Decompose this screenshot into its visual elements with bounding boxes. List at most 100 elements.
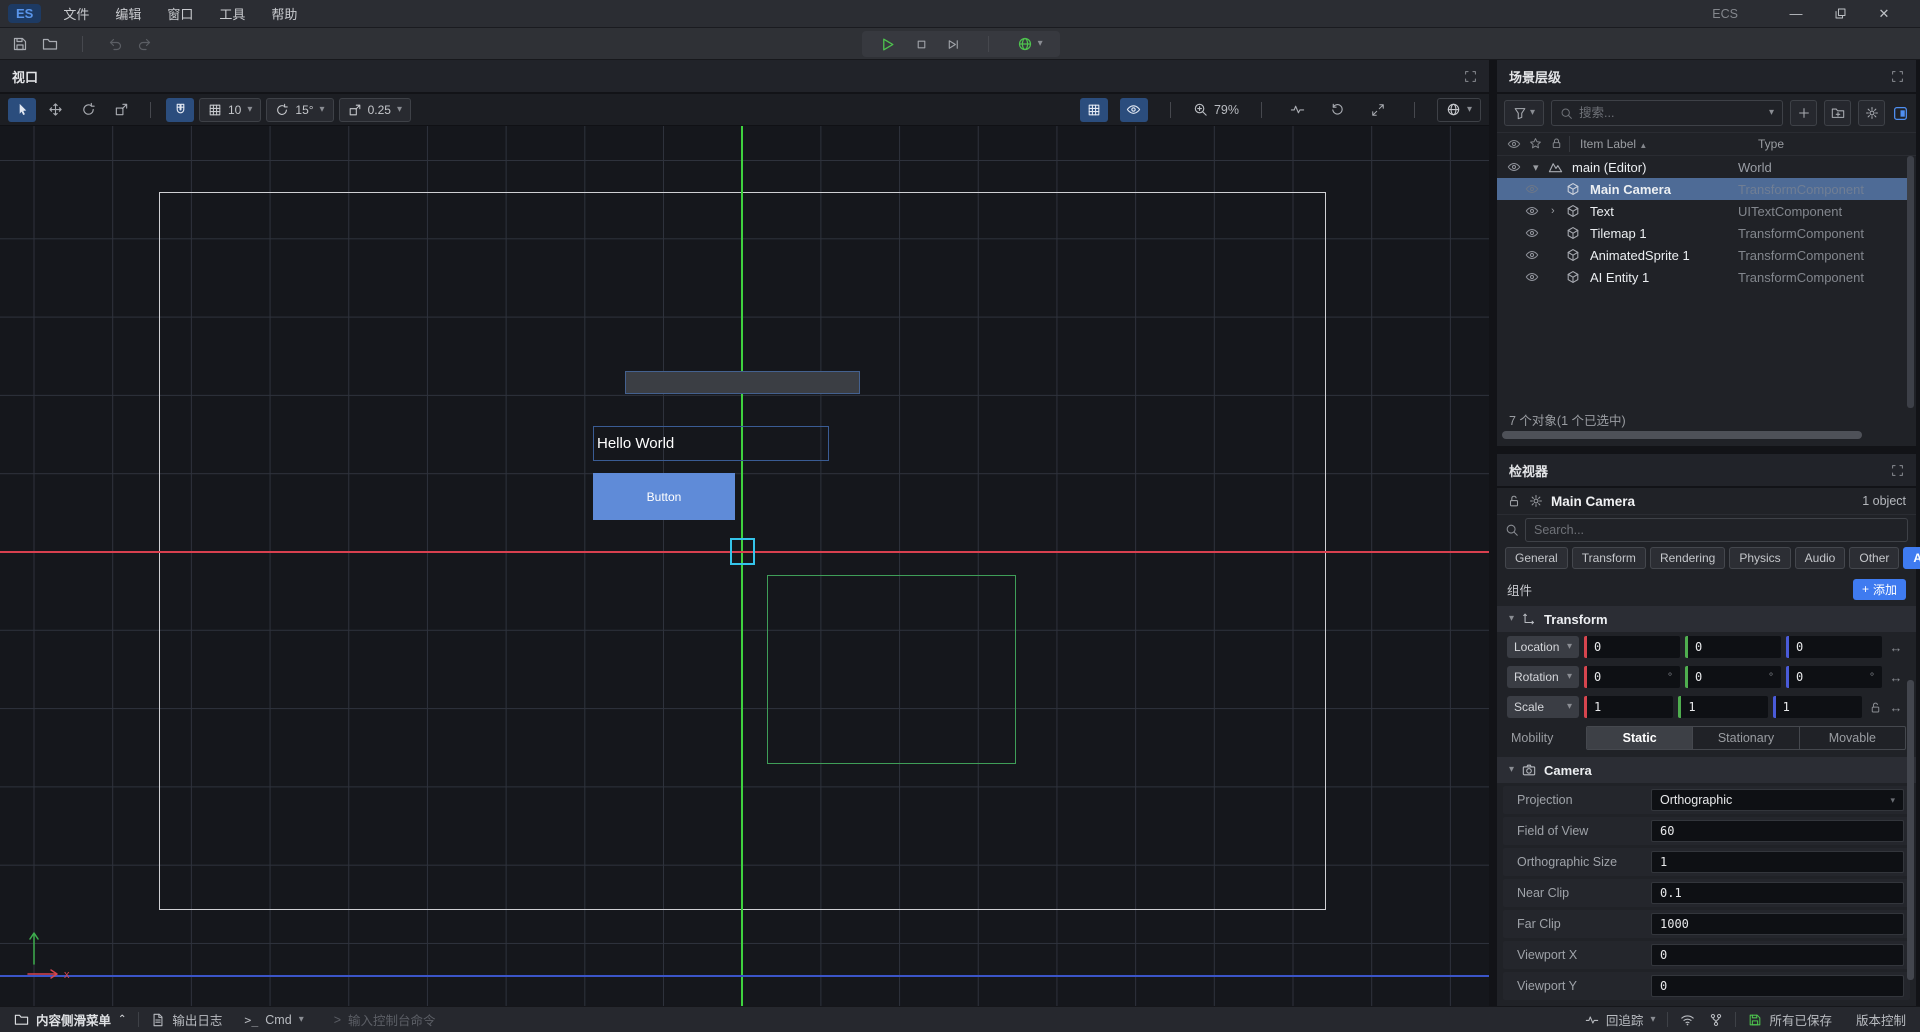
- tab-all[interactable]: All: [1903, 547, 1920, 569]
- tree-row-main-camera[interactable]: Main Camera TransformComponent: [1497, 178, 1908, 200]
- gear-icon[interactable]: [1529, 494, 1543, 508]
- eye-icon[interactable]: [1525, 226, 1541, 240]
- scale-lock-icon[interactable]: [1866, 701, 1886, 714]
- scale-snap-dropdown[interactable]: 0.25 ▾: [339, 98, 411, 122]
- scale-tool-button[interactable]: [107, 98, 135, 122]
- hierarchy-expand-button[interactable]: [1891, 70, 1904, 83]
- tree-row-text[interactable]: › Text UITextComponent: [1497, 200, 1908, 222]
- version-control-button[interactable]: 版本控制: [1856, 1010, 1906, 1029]
- new-folder-button[interactable]: [1824, 100, 1851, 126]
- rotation-z-field[interactable]: 0°: [1786, 666, 1882, 688]
- run-target-dropdown[interactable]: ▾: [1017, 36, 1043, 52]
- eye-icon[interactable]: [1525, 270, 1541, 284]
- scene-panel-object[interactable]: [625, 371, 860, 394]
- column-item-label[interactable]: Item Label ▲: [1580, 137, 1647, 151]
- scale-y-field[interactable]: 1: [1678, 696, 1767, 718]
- reset-view-button[interactable]: [1324, 98, 1352, 122]
- grid-snap-dropdown[interactable]: 10 ▾: [199, 98, 261, 122]
- tree-row-ai-entity[interactable]: AI Entity 1 TransformComponent: [1497, 266, 1908, 288]
- scene-button-object[interactable]: Button: [593, 473, 735, 520]
- eye-icon[interactable]: [1525, 182, 1541, 196]
- rotation-dropdown[interactable]: Rotation▾: [1507, 666, 1579, 688]
- open-folder-button[interactable]: [42, 36, 58, 52]
- close-button[interactable]: ✕: [1862, 1, 1906, 27]
- mobility-static[interactable]: Static: [1587, 727, 1693, 749]
- content-drawer-button[interactable]: 内容侧滑菜单 ⌃: [14, 1010, 126, 1029]
- inspector-expand-button[interactable]: [1891, 464, 1904, 477]
- move-tool-button[interactable]: [41, 98, 69, 122]
- hierarchy-settings-button[interactable]: [1858, 100, 1885, 126]
- scale-z-field[interactable]: 1: [1773, 696, 1862, 718]
- eye-icon[interactable]: [1507, 160, 1523, 174]
- eye-icon[interactable]: [1525, 204, 1541, 218]
- rotation-x-field[interactable]: 0°: [1584, 666, 1680, 688]
- scene-text-object[interactable]: Hello World: [593, 426, 829, 461]
- collapse-icon[interactable]: ▾: [1533, 161, 1548, 174]
- hierarchy-vertical-scrollbar[interactable]: [1907, 156, 1914, 408]
- camera-section-header[interactable]: ▾ Camera: [1497, 757, 1916, 783]
- scale-dropdown[interactable]: Scale▾: [1507, 696, 1579, 718]
- menu-window[interactable]: 窗口: [167, 4, 193, 23]
- rotation-y-field[interactable]: 0°: [1685, 666, 1781, 688]
- mobility-movable[interactable]: Movable: [1800, 727, 1905, 749]
- hierarchy-search-input[interactable]: [1579, 106, 1763, 120]
- source-control-button[interactable]: [1709, 1013, 1723, 1027]
- mobility-stationary[interactable]: Stationary: [1693, 727, 1799, 749]
- tab-transform[interactable]: Transform: [1572, 547, 1646, 569]
- stop-button[interactable]: [914, 37, 929, 52]
- scale-link-icon[interactable]: ↔: [1886, 700, 1906, 715]
- play-button[interactable]: [879, 36, 896, 53]
- grid-visibility-toggle[interactable]: [1080, 98, 1108, 122]
- rotation-snap-dropdown[interactable]: 15° ▾: [266, 98, 333, 122]
- inspector-search-input[interactable]: [1534, 523, 1899, 537]
- inspector-vertical-scrollbar[interactable]: [1907, 680, 1914, 980]
- app-logo[interactable]: ES: [8, 4, 41, 23]
- transform-section-header[interactable]: ▾ Transform: [1497, 606, 1916, 632]
- eye-icon[interactable]: [1525, 248, 1541, 262]
- projection-dropdown[interactable]: Orthographic▾: [1651, 789, 1904, 811]
- rotate-tool-button[interactable]: [74, 98, 102, 122]
- redo-button[interactable]: [137, 36, 153, 52]
- scale-x-field[interactable]: 1: [1584, 696, 1673, 718]
- undo-button[interactable]: [107, 36, 123, 52]
- rotation-link-icon[interactable]: ↔: [1886, 670, 1906, 685]
- menu-tools[interactable]: 工具: [219, 4, 245, 23]
- hierarchy-horizontal-scrollbar[interactable]: [1502, 431, 1911, 440]
- fov-field[interactable]: 60: [1651, 820, 1904, 842]
- hierarchy-search[interactable]: ▾: [1551, 100, 1783, 126]
- panel-layout-button[interactable]: [1892, 105, 1909, 122]
- world-dropdown[interactable]: ▾: [1437, 98, 1481, 122]
- near-clip-field[interactable]: 0.1: [1651, 882, 1904, 904]
- scene-selection-handle[interactable]: [730, 538, 755, 565]
- zoom-control[interactable]: 79%: [1193, 102, 1239, 117]
- output-log-button[interactable]: 输出日志: [151, 1010, 222, 1029]
- visibility-toggle[interactable]: [1120, 98, 1148, 122]
- location-z-field[interactable]: 0: [1786, 636, 1882, 658]
- tab-other[interactable]: Other: [1849, 547, 1899, 569]
- save-button[interactable]: [12, 36, 28, 52]
- viewport-x-field[interactable]: 0: [1651, 944, 1904, 966]
- tab-rendering[interactable]: Rendering: [1650, 547, 1725, 569]
- location-x-field[interactable]: 0: [1584, 636, 1680, 658]
- select-tool-button[interactable]: [8, 98, 36, 122]
- location-y-field[interactable]: 0: [1685, 636, 1781, 658]
- add-entity-button[interactable]: [1790, 100, 1817, 126]
- expand-icon[interactable]: ›: [1551, 205, 1566, 217]
- tab-audio[interactable]: Audio: [1795, 547, 1846, 569]
- trace-dropdown[interactable]: 回追踪 ▾: [1585, 1010, 1656, 1029]
- fullscreen-button[interactable]: [1364, 98, 1392, 122]
- tree-row-animatedsprite[interactable]: AnimatedSprite 1 TransformComponent: [1497, 244, 1908, 266]
- viewport-y-field[interactable]: 0: [1651, 975, 1904, 997]
- save-status[interactable]: 所有已保存: [1748, 1010, 1832, 1029]
- tree-row-tilemap[interactable]: Tilemap 1 TransformComponent: [1497, 222, 1908, 244]
- network-status-button[interactable]: [1680, 1012, 1695, 1027]
- stats-toggle-button[interactable]: [1284, 98, 1312, 122]
- menu-help[interactable]: 帮助: [271, 4, 297, 23]
- maximize-button[interactable]: [1818, 1, 1862, 27]
- step-button[interactable]: [946, 37, 961, 52]
- scene-canvas[interactable]: Hello World Button x: [0, 126, 1489, 1006]
- ortho-size-field[interactable]: 1: [1651, 851, 1904, 873]
- add-component-button[interactable]: + 添加: [1853, 579, 1906, 600]
- location-dropdown[interactable]: Location▾: [1507, 636, 1579, 658]
- lock-icon[interactable]: [1507, 494, 1521, 508]
